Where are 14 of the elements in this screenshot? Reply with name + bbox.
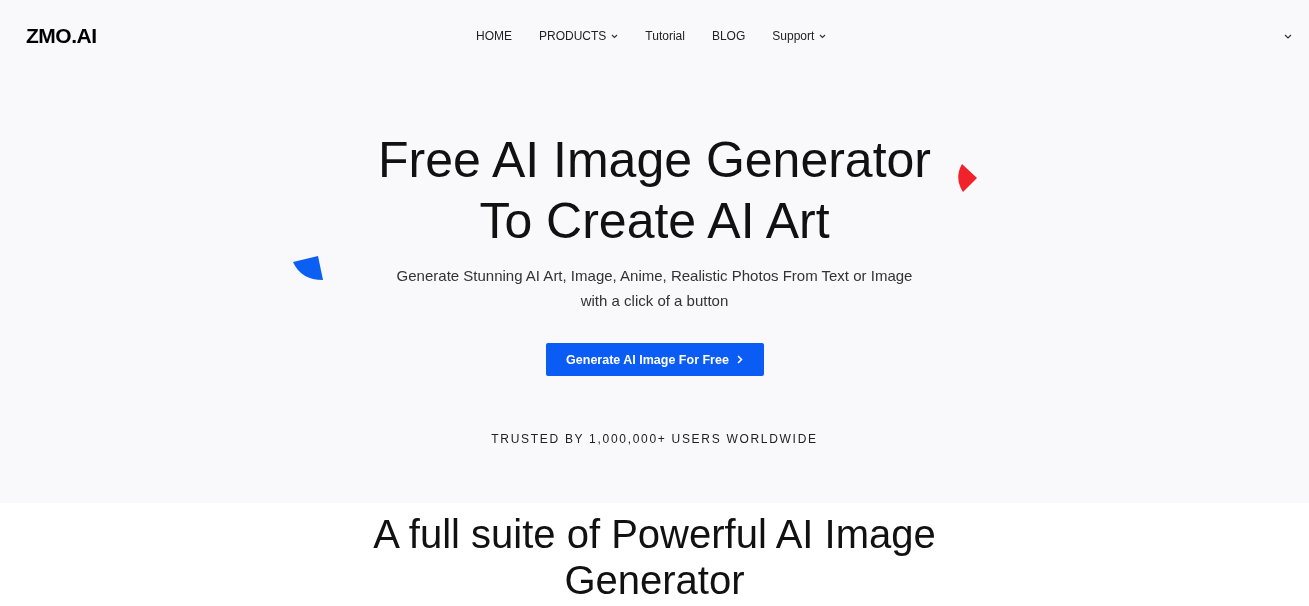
nav-link[interactable]: BLOG: [711, 29, 746, 43]
trusted-text: TRUSTED BY 1,000,000+ USERS WORLDWIDE: [491, 432, 818, 446]
generate-button[interactable]: Generate AI Image For Free: [545, 343, 764, 376]
nav-link[interactable]: Support: [772, 29, 827, 43]
nav-link[interactable]: HOME: [476, 29, 512, 43]
hero-subtitle: Generate Stunning AI Art, Image, Anime, Realistic Photos From Text or Image with a click of a button: [396, 266, 913, 311]
caret-icon[interactable]: [1284, 34, 1292, 39]
chevron-icon: [736, 355, 743, 364]
hero-title: Free AI Image Generator To Create AI Art: [377, 131, 932, 251]
logo[interactable]: ZMO.AI: [26, 24, 97, 48]
nav-link[interactable]: PRODUCTS: [539, 29, 619, 43]
decorative-shape: [293, 256, 323, 280]
section-title: A full suite of Powerful AI Image Generator: [373, 511, 936, 603]
nav-link[interactable]: Tutorial: [645, 29, 685, 43]
